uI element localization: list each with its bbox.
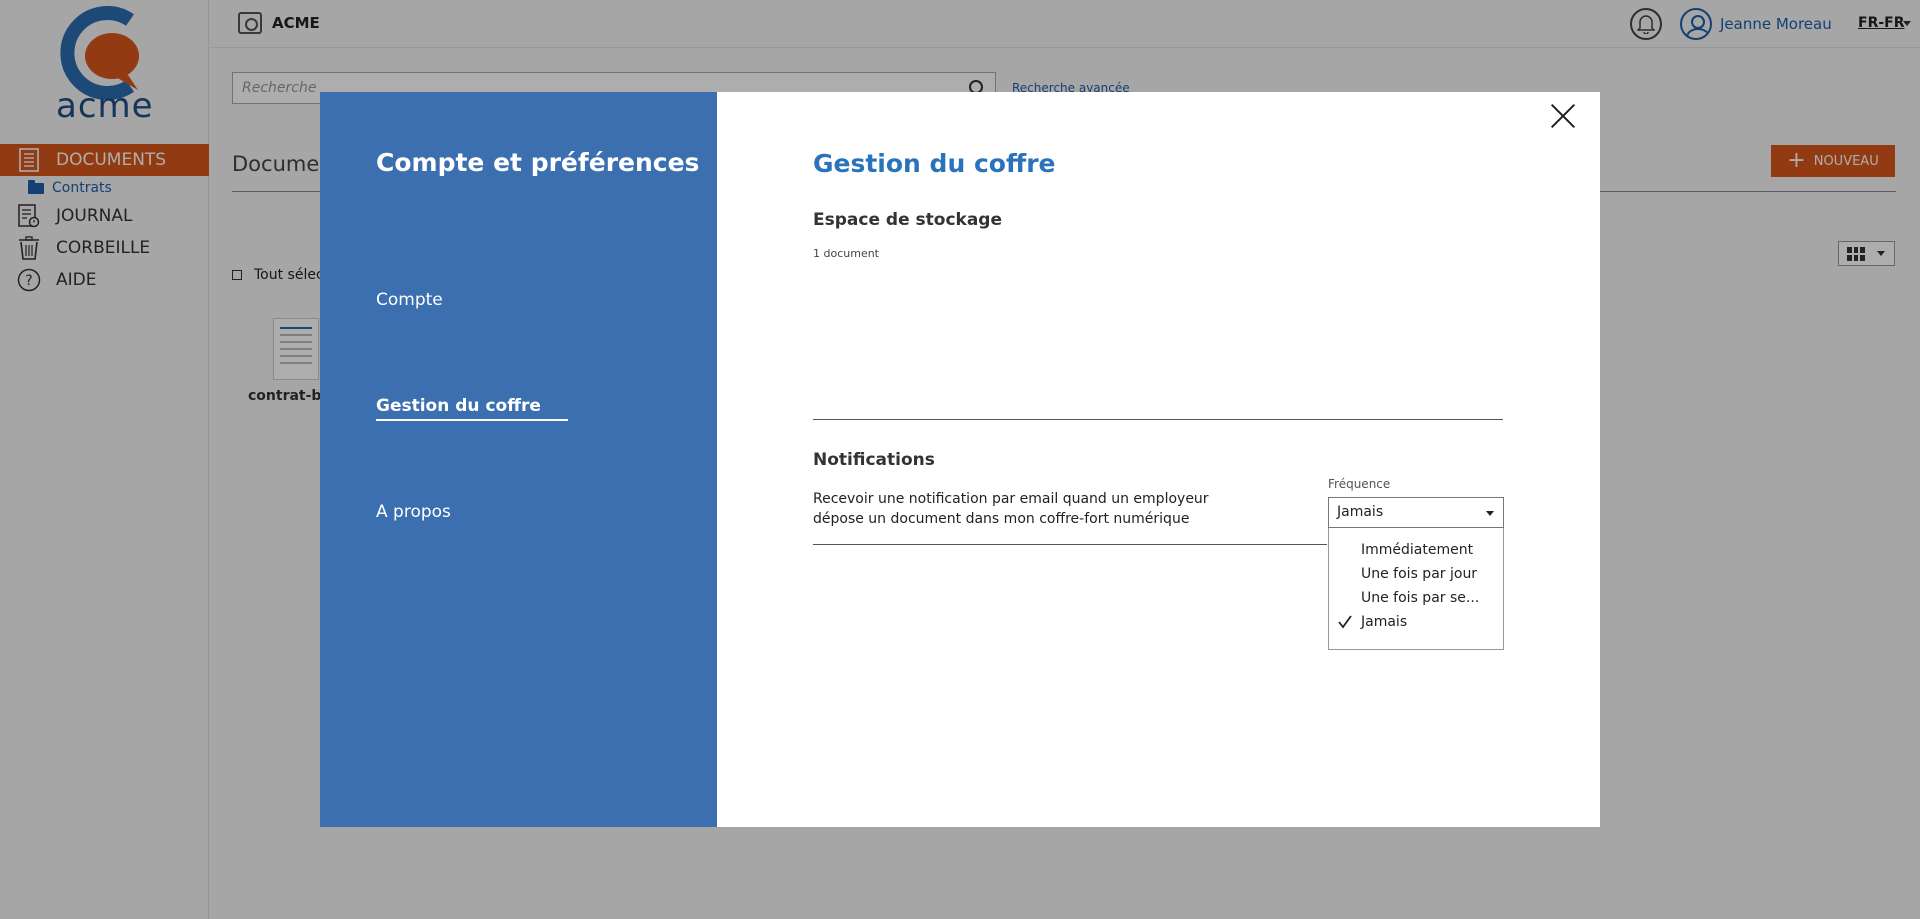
checkmark-icon [1338, 615, 1352, 629]
storage-count: 1 document [813, 247, 879, 260]
modal-nav-gestion-du-coffre[interactable]: Gestion du coffre [376, 396, 568, 421]
divider [813, 419, 1503, 420]
frequency-selected-value: Jamais [1337, 504, 1384, 520]
frequency-option-daily[interactable]: Une fois par jour [1329, 562, 1503, 586]
option-label: Une fois par se... [1361, 590, 1480, 606]
storage-section-title: Espace de stockage [813, 210, 1002, 230]
frequency-option-never[interactable]: Jamais [1329, 610, 1503, 634]
modal-content: Gestion du coffre Espace de stockage 1 d… [717, 92, 1600, 827]
frequency-label: Fréquence [1328, 477, 1391, 491]
notification-description: Recevoir une notification par email quan… [813, 491, 1209, 527]
divider [813, 544, 1327, 545]
preferences-modal: Compte et préférences Compte Gestion du … [320, 92, 1600, 827]
frequency-select[interactable]: Jamais [1328, 497, 1504, 528]
panel-title: Gestion du coffre [813, 149, 1056, 178]
modal-nav-compte[interactable]: Compte [376, 290, 443, 310]
option-label: Immédiatement [1361, 542, 1474, 558]
chevron-down-icon [1486, 511, 1494, 516]
option-label: Une fois par jour [1361, 566, 1478, 582]
frequency-option-weekly[interactable]: Une fois par se... [1329, 586, 1503, 610]
frequency-option-immediately[interactable]: Immédiatement [1329, 538, 1503, 562]
modal-heading: Compte et préférences [376, 148, 700, 177]
close-icon[interactable] [1547, 100, 1579, 132]
frequency-dropdown: Immédiatement Une fois par jour Une fois… [1328, 528, 1504, 650]
option-label: Jamais [1361, 614, 1408, 630]
modal-sidebar: Compte et préférences Compte Gestion du … [320, 92, 717, 827]
notifications-section-title: Notifications [813, 450, 935, 470]
modal-nav-a-propos[interactable]: A propos [376, 502, 451, 522]
